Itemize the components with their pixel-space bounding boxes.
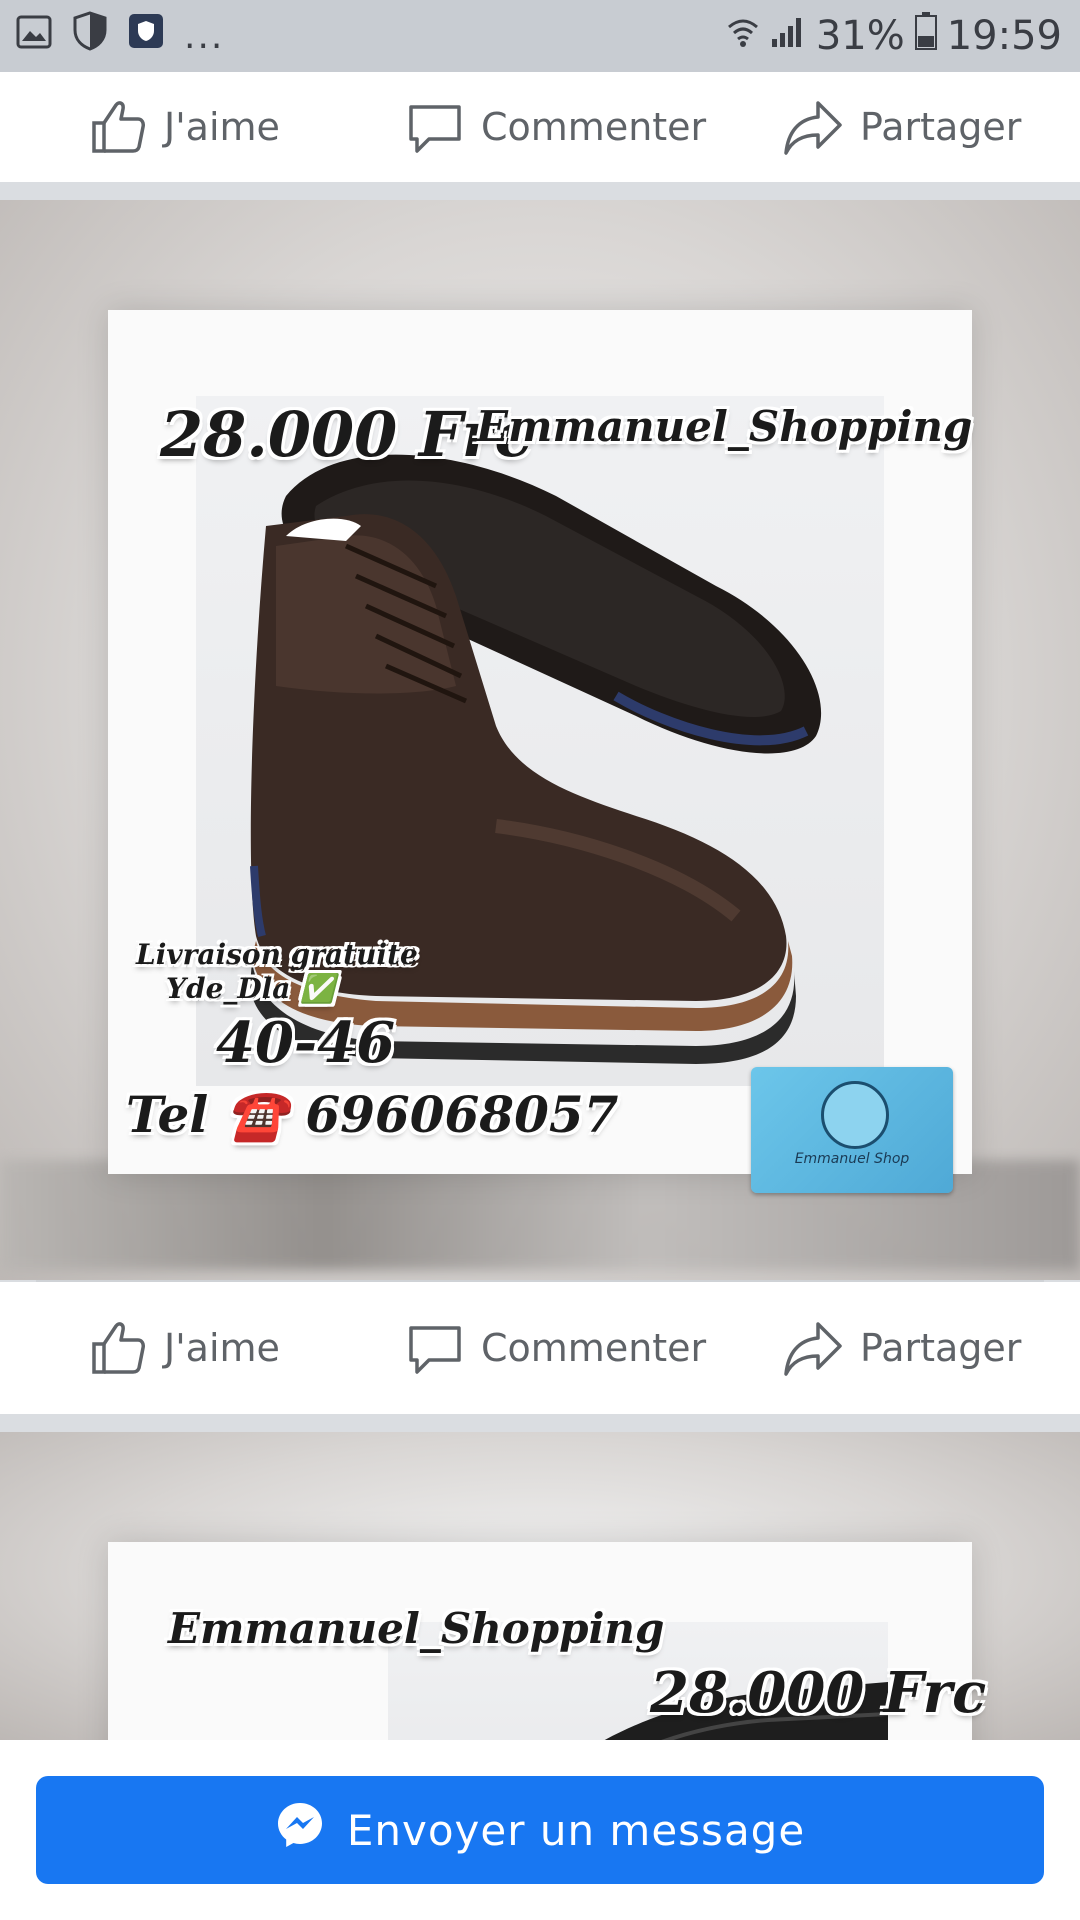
delivery-line-1: Livraison gratuite xyxy=(136,938,418,971)
status-bar: ... 31% 19:59 xyxy=(0,0,1080,72)
action-bar-top: J'aime Commenter Partager xyxy=(0,72,1080,182)
action-bar-middle: J'aime Commenter Partager xyxy=(0,1282,1080,1414)
post-photo-2[interactable]: Emmanuel_Shopping 28.000 Frc xyxy=(0,1432,1080,1740)
shop-logo-icon xyxy=(821,1081,889,1149)
thumbs-up-icon xyxy=(88,97,148,157)
share-label: Partager xyxy=(860,1326,1022,1370)
share-button[interactable]: Partager xyxy=(782,1282,1021,1414)
wifi-icon xyxy=(726,13,760,59)
bottom-bar: Envoyer un message xyxy=(0,1740,1080,1920)
share-label: Partager xyxy=(860,105,1022,149)
price-overlay: 28.000 Frc xyxy=(650,1660,987,1726)
speech-bubble-icon xyxy=(405,97,465,157)
comment-label: Commenter xyxy=(481,105,707,149)
send-message-button[interactable]: Envoyer un message xyxy=(36,1776,1044,1884)
security-app-icon xyxy=(128,13,164,59)
battery-percent: 31% xyxy=(815,13,905,59)
status-left: ... xyxy=(16,11,224,61)
shop-name-overlay: Emmanuel_Shopping xyxy=(168,1604,665,1653)
like-label: J'aime xyxy=(164,1326,280,1370)
post-photo-1[interactable]: Emmanuel Shop 28.000 Frc Emmanuel_Shoppi… xyxy=(0,200,1080,1280)
thumbs-up-icon xyxy=(88,1318,148,1378)
delivery-line-2: Yde_Dla ✅ xyxy=(166,972,336,1005)
comment-button[interactable]: Commenter xyxy=(405,72,706,182)
like-button[interactable]: J'aime xyxy=(88,1282,280,1414)
clock: 19:59 xyxy=(946,13,1062,59)
business-card: Emmanuel Shop xyxy=(751,1067,953,1193)
messenger-icon xyxy=(275,1800,325,1860)
send-message-label: Envoyer un message xyxy=(346,1805,806,1855)
more-notifications: ... xyxy=(184,15,225,57)
shop-name-overlay: Emmanuel_Shopping xyxy=(476,402,973,451)
speech-bubble-icon xyxy=(405,1318,465,1378)
share-arrow-icon xyxy=(782,97,844,157)
card-brand: Emmanuel Shop xyxy=(794,1151,910,1167)
share-arrow-icon xyxy=(782,1318,844,1378)
like-button[interactable]: J'aime xyxy=(88,72,280,182)
battery-icon xyxy=(914,12,937,60)
share-button[interactable]: Partager xyxy=(782,72,1021,182)
comment-button[interactable]: Commenter xyxy=(405,1282,706,1414)
comment-label: Commenter xyxy=(481,1326,707,1370)
like-label: J'aime xyxy=(164,105,280,149)
shield-icon xyxy=(72,11,108,61)
sizes-overlay: 40-46 xyxy=(216,1010,396,1076)
status-right: 31% 19:59 xyxy=(726,0,1062,72)
phone-overlay: Tel ☎️ 696068057 xyxy=(126,1085,619,1144)
gallery-icon xyxy=(16,13,52,59)
signal-icon xyxy=(770,13,806,59)
